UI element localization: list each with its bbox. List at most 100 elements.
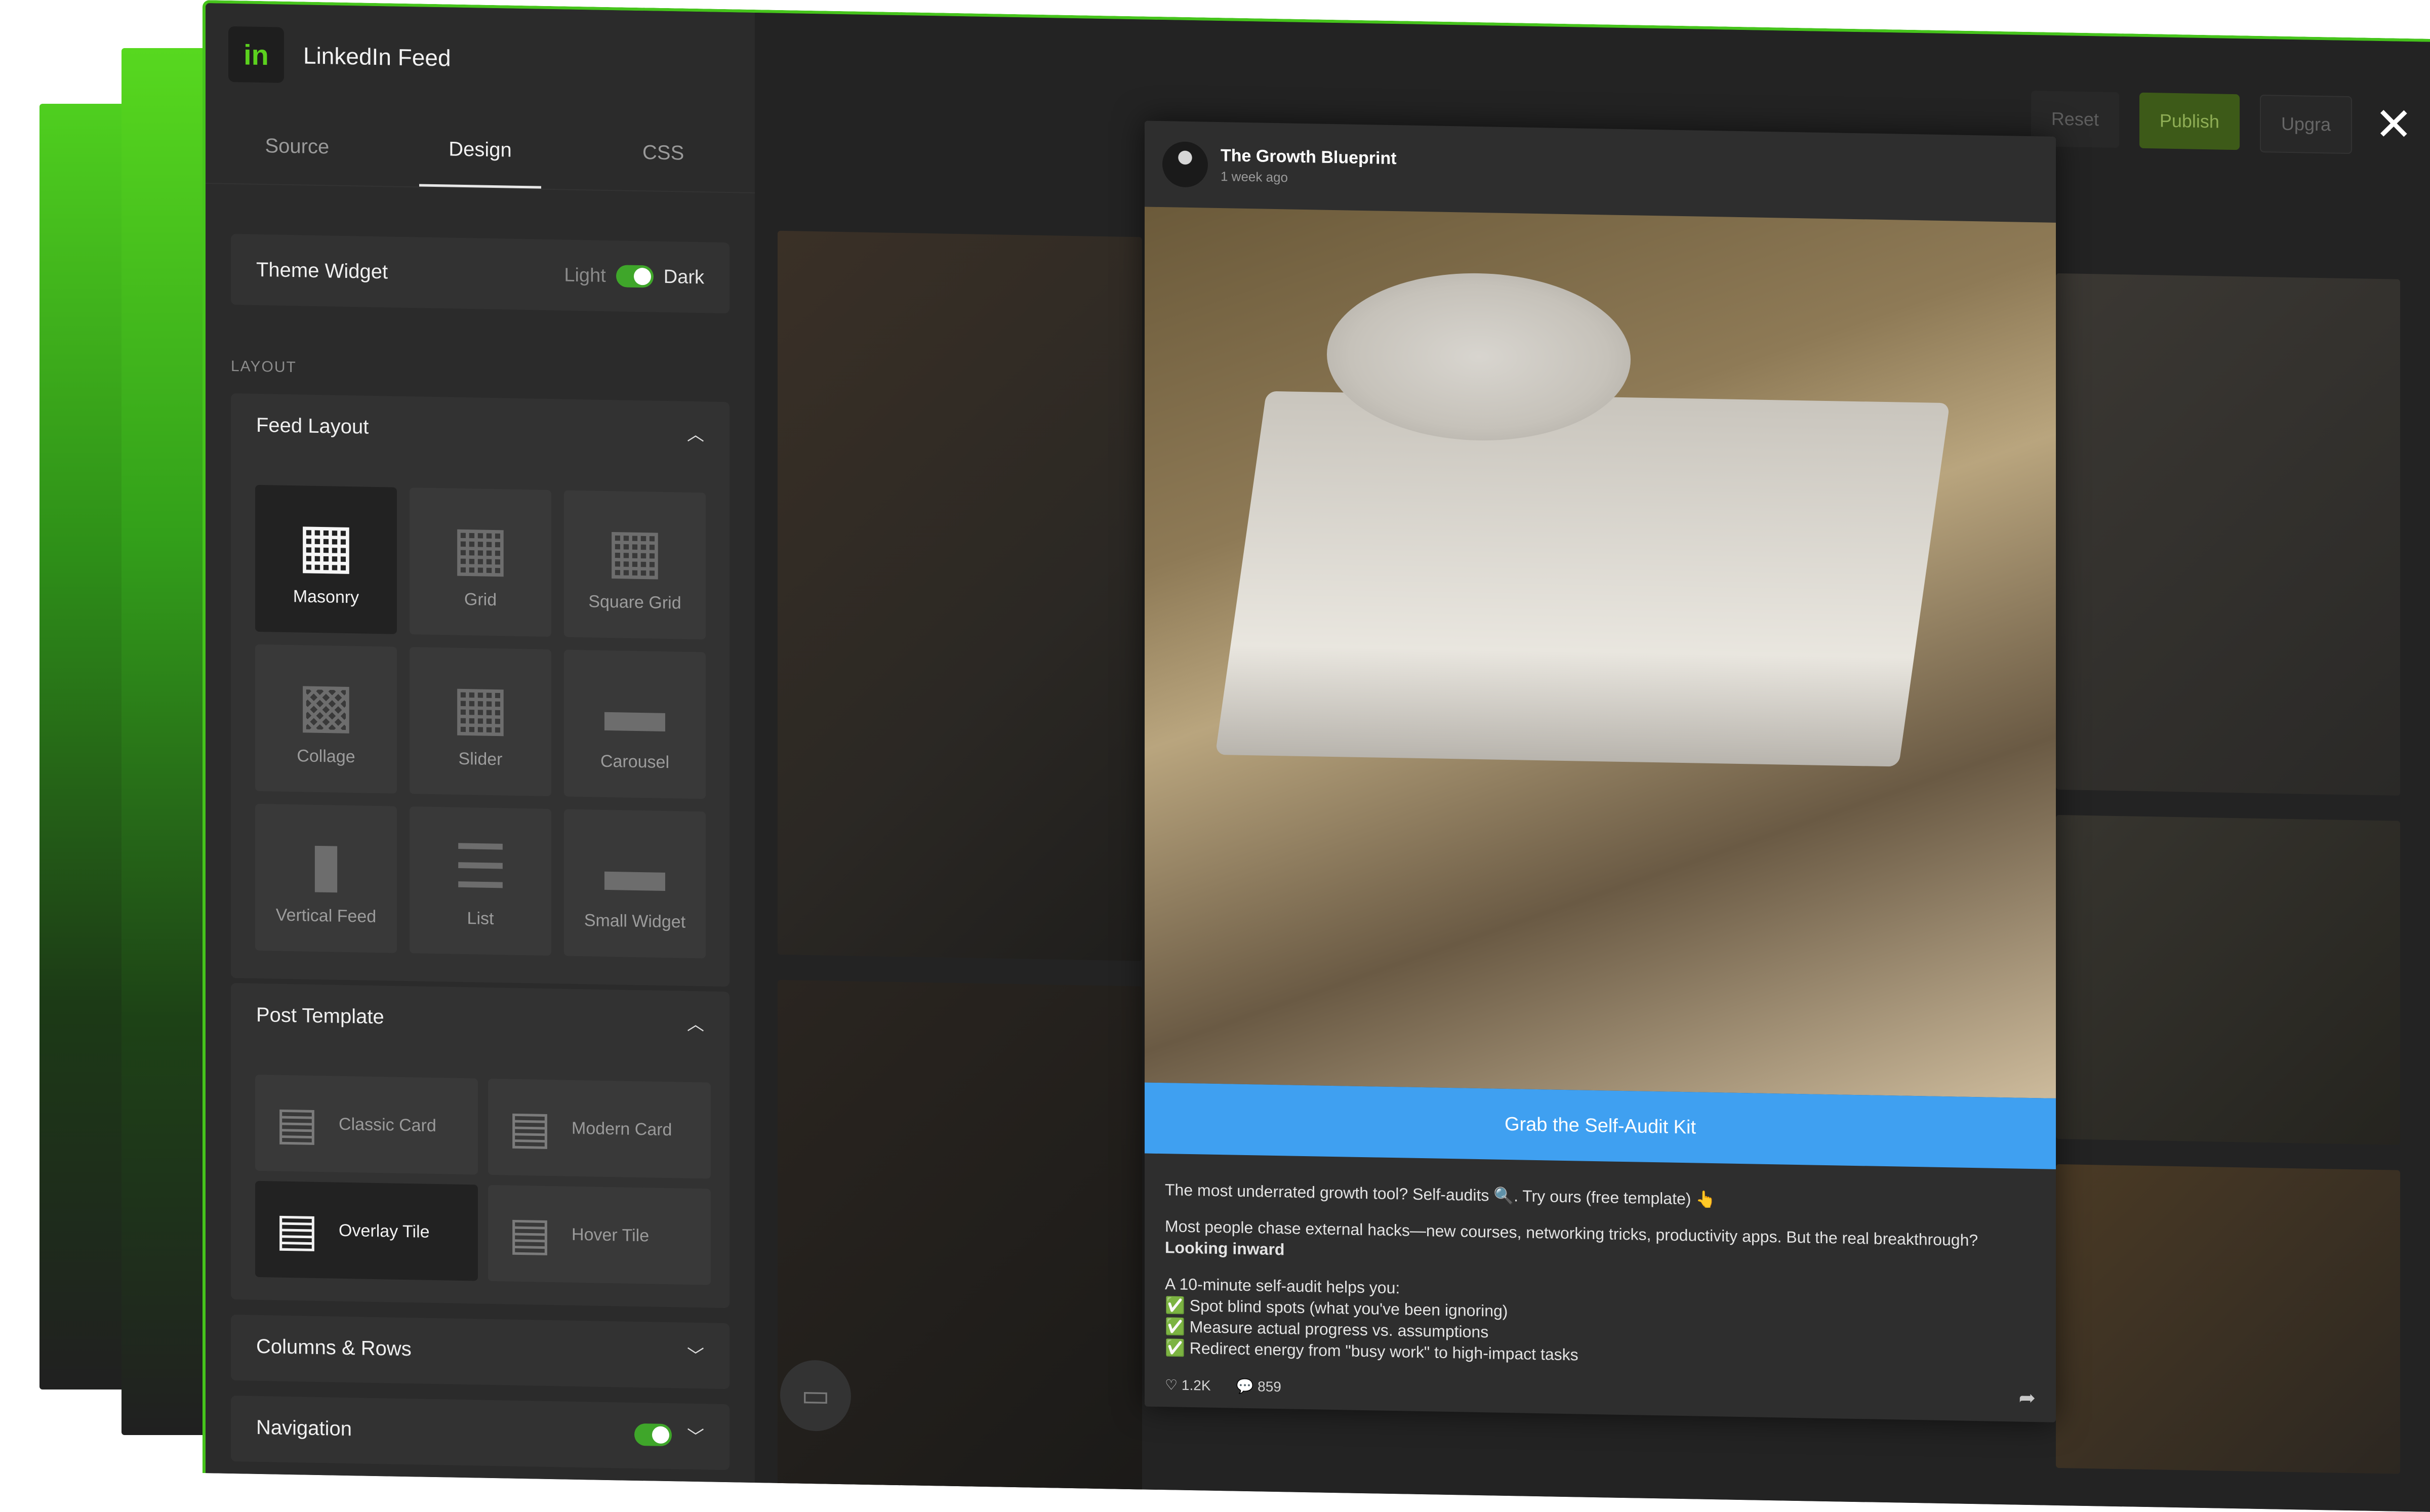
monitor-icon[interactable]: ▭ — [780, 1359, 851, 1432]
layout-option-label: Grid — [464, 589, 497, 609]
template-option-classic-card[interactable]: ▤ Classic Card — [255, 1074, 478, 1175]
sidebar: in LinkedIn Feed Source Design CSS Theme… — [206, 3, 755, 1483]
classic-card-icon: ▤ — [275, 1098, 319, 1150]
editor-window: in LinkedIn Feed Source Design CSS Theme… — [202, 0, 2430, 1512]
feed-tile[interactable] — [2056, 273, 2400, 796]
navigation-panel[interactable]: Navigation ﹀ — [231, 1395, 730, 1470]
checkmark-icon: ✅ — [1165, 1338, 1190, 1358]
upgrade-button[interactable]: Upgra — [2259, 94, 2352, 154]
app-title: LinkedIn Feed — [303, 42, 451, 71]
template-option-hover-tile[interactable]: ▤ Hover Tile — [488, 1184, 711, 1285]
tab-css[interactable]: CSS — [572, 113, 755, 192]
post-template-panel: Post Template ︿ ▤ Classic Card ▤ Modern Ca… — [231, 983, 730, 1309]
columns-rows-title: Columns & Rows — [256, 1335, 412, 1361]
share-icon[interactable]: ➦ — [2018, 1386, 2036, 1410]
publish-button[interactable]: Publish — [2139, 92, 2240, 150]
likes-count: 1.2K — [1181, 1377, 1211, 1394]
feed-layout-title: Feed Layout — [256, 414, 369, 438]
template-option-overlay-tile[interactable]: ▤ Overlay Tile — [255, 1180, 478, 1281]
toolbar: Reset Publish Upgra — [2031, 91, 2352, 154]
checklist-text: Redirect energy from "busy work" to high… — [1189, 1339, 1578, 1364]
post-header: The Growth Blueprint 1 week ago — [1145, 120, 2056, 222]
checklist-text: Measure actual progress vs. assumptions — [1189, 1318, 1489, 1341]
template-option-label: Hover Tile — [572, 1224, 650, 1245]
linkedin-logo-icon: in — [228, 26, 284, 83]
template-option-label: Overlay Tile — [339, 1220, 430, 1242]
layout-options: ▦ Masonry ▦ Grid ▦ Square Grid ▩ Collage ▦ Sl… — [255, 484, 706, 959]
post-template-title: Post Template — [256, 1003, 384, 1029]
layout-option-list[interactable]: ☰ List — [410, 806, 551, 956]
columns-rows-header[interactable]: Columns & Rows ﹀ — [231, 1315, 730, 1386]
post-stats: ♡ 1.2K 💬 859 — [1165, 1376, 1281, 1395]
navigation-header[interactable]: Navigation ﹀ — [231, 1396, 730, 1467]
likes[interactable]: ♡ 1.2K — [1165, 1376, 1211, 1394]
post-line: The most underrated growth tool? Self-au… — [1165, 1180, 1716, 1209]
comments[interactable]: 💬 859 — [1236, 1378, 1281, 1396]
layout-option-label: Small Widget — [584, 910, 686, 932]
chevron-up-icon: ︿ — [687, 425, 704, 445]
navigation-title: Navigation — [256, 1416, 352, 1441]
modern-card-icon: ▤ — [508, 1102, 552, 1154]
tab-bar: Source Design CSS — [206, 107, 755, 194]
post-time: 1 week ago — [1221, 169, 1288, 185]
heart-icon: ♡ — [1165, 1377, 1182, 1393]
layout-option-collage[interactable]: ▩ Collage — [255, 644, 397, 794]
layout-section-label: LAYOUT — [231, 357, 297, 376]
post-author-block: The Growth Blueprint 1 week ago — [1221, 146, 1397, 187]
layout-option-label: Carousel — [600, 751, 670, 772]
vertical-feed-icon: ▮ — [309, 830, 343, 898]
feed-tile[interactable] — [778, 230, 1142, 961]
layout-option-grid[interactable]: ▦ Grid — [410, 487, 551, 637]
navigation-toggle[interactable] — [634, 1423, 672, 1446]
hover-tile-icon: ▤ — [508, 1208, 552, 1260]
template-option-label: Modern Card — [572, 1118, 672, 1139]
slider-icon: ▦ — [452, 673, 509, 742]
comments-count: 859 — [1258, 1378, 1281, 1395]
template-option-modern-card[interactable]: ▤ Modern Card — [488, 1078, 711, 1179]
feed-tile[interactable] — [2056, 814, 2400, 1145]
avatar[interactable] — [1162, 141, 1208, 188]
comment-icon: 💬 — [1236, 1378, 1258, 1395]
small-widget-icon: ▬ — [604, 835, 665, 904]
layout-option-slider[interactable]: ▦ Slider — [410, 647, 551, 797]
theme-widget-label: Theme Widget — [256, 258, 388, 283]
carousel-icon: ▬ — [604, 675, 665, 745]
grid-icon: ▦ — [452, 513, 509, 583]
overlay-tile-icon: ▤ — [275, 1204, 319, 1256]
theme-widget-row: Theme Widget Light Dark — [231, 233, 730, 314]
post-popup: The Growth Blueprint 1 week ago Grab the… — [1145, 120, 2056, 1422]
checkmark-icon: ✅ — [1165, 1296, 1190, 1315]
post-body: The most underrated growth tool? Self-au… — [1165, 1179, 2036, 1373]
chevron-down-icon: ﹀ — [687, 1346, 704, 1366]
feed-layout-panel: Feed Layout ︿ ▦ Masonry ▦ Grid ▦ Square Gri… — [231, 393, 730, 987]
chevron-down-icon: ﹀ — [687, 1427, 704, 1447]
layout-option-carousel[interactable]: ▬ Carousel — [564, 649, 706, 799]
navigation-controls: ﹀ — [634, 1422, 704, 1448]
layout-option-square-grid[interactable]: ▦ Square Grid — [564, 490, 706, 640]
layout-option-label: List — [467, 908, 494, 928]
layout-option-label: Masonry — [293, 586, 359, 607]
preview-area: ▭ Reset Publish Upgra ✕ The Growth Bluep… — [755, 13, 2430, 1512]
theme-light-label: Light — [564, 264, 606, 287]
template-option-label: Classic Card — [339, 1114, 436, 1135]
post-image — [1145, 207, 2056, 1098]
feed-tile[interactable] — [2056, 1164, 2400, 1474]
theme-toggle[interactable] — [616, 265, 654, 288]
layout-option-masonry[interactable]: ▦ Masonry — [255, 484, 397, 634]
tab-source[interactable]: Source — [206, 107, 389, 186]
columns-rows-panel[interactable]: Columns & Rows ﹀ — [231, 1314, 730, 1390]
brand: in LinkedIn Feed — [228, 24, 451, 89]
layout-option-label: Square Grid — [588, 591, 681, 613]
post-template-header[interactable]: Post Template ︿ — [231, 983, 730, 1055]
feed-layout-header[interactable]: Feed Layout ︿ — [231, 393, 730, 465]
theme-dark-label: Dark — [663, 266, 704, 288]
masonry-icon: ▦ — [297, 510, 355, 580]
template-options: ▤ Classic Card ▤ Modern Card ▤ Overlay Tile… — [255, 1074, 711, 1285]
collage-icon: ▩ — [297, 670, 355, 739]
post-author[interactable]: The Growth Blueprint — [1221, 146, 1397, 169]
close-icon[interactable]: ✕ — [2375, 98, 2413, 151]
layout-option-vertical-feed[interactable]: ▮ Vertical Feed — [255, 803, 397, 953]
layout-option-small-widget[interactable]: ▬ Small Widget — [564, 809, 706, 959]
tab-design[interactable]: Design — [389, 110, 572, 189]
layout-option-label: Vertical Feed — [275, 905, 377, 926]
